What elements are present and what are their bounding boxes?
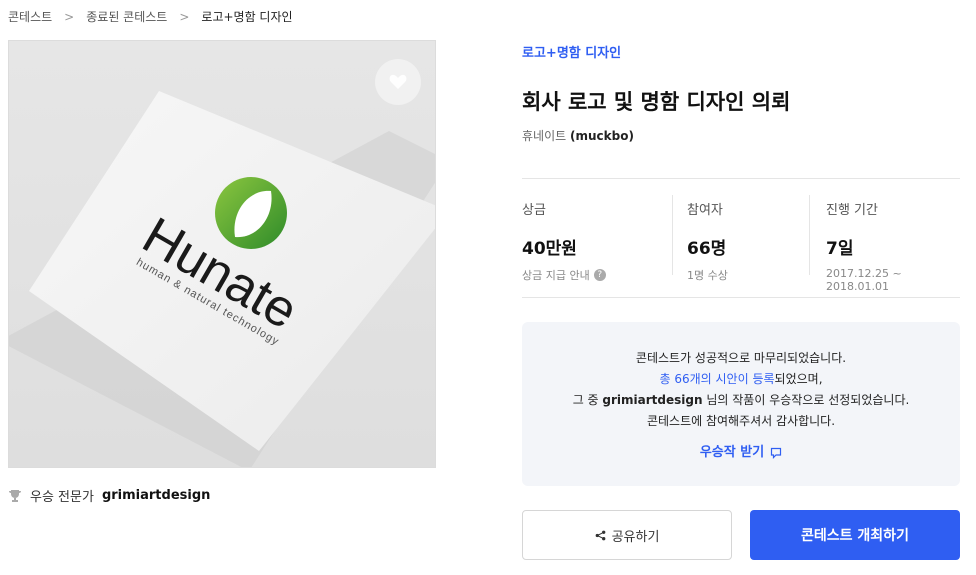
submissions-link[interactable]: 총 66개의 시안이 등록 <box>659 372 774 386</box>
chevron-right-icon: > <box>64 9 75 24</box>
winner-name[interactable]: grimiartdesign <box>102 488 210 503</box>
like-button[interactable] <box>375 59 421 105</box>
contest-stats: 상금 40만원 상금 지급 안내 ? 참여자 66명 1명 수상 진행 기간 7… <box>522 178 960 298</box>
contest-result-notice: 콘테스트가 성공적으로 마무리되었습니다. 총 66개의 시안이 등록되었으며,… <box>522 322 960 486</box>
stat-prize-label: 상금 <box>522 203 546 218</box>
host-name: 휴네이트 <box>522 129 567 143</box>
notice-line-4: 콘테스트에 참여해주셔서 감사합니다. <box>646 414 836 428</box>
contest-category[interactable]: 로고+명함 디자인 <box>522 42 621 61</box>
business-card-mockup: Hunate human & natural technology <box>9 91 435 467</box>
notice-line-1: 콘테스트가 성공적으로 마무리되었습니다. <box>635 351 847 365</box>
prize-info-link[interactable]: 상금 지급 안내 ? <box>522 267 672 283</box>
contest-title: 회사 로고 및 명함 디자인 의뢰 <box>522 90 791 114</box>
notice-line-2-rest: 되었으며, <box>774 372 823 386</box>
notice-winner-name: grimiartdesign <box>602 393 703 407</box>
breadcrumb-item-contest[interactable]: 콘테스트 <box>8 8 52 25</box>
get-winner-label: 우승작 받기 <box>699 445 765 460</box>
stat-period-label: 진행 기간 <box>826 203 878 218</box>
contest-host: 휴네이트 (muckbo) <box>522 127 634 144</box>
share-button[interactable]: 공유하기 <box>522 510 732 560</box>
share-label: 공유하기 <box>611 529 660 545</box>
breadcrumb: 콘테스트 > 종료된 콘테스트 > 로고+명함 디자인 <box>8 8 293 25</box>
trophy-icon <box>9 489 21 502</box>
notice-line-3-rest: 님의 작품이 우승작으로 선정되었습니다. <box>706 393 910 407</box>
notice-line-3-prefix: 그 중 <box>572 393 599 407</box>
host-contest-button[interactable]: 콘테스트 개최하기 <box>750 510 960 560</box>
prize-info-label: 상금 지급 안내 <box>522 269 590 282</box>
winner-info: 우승 전문가 grimiartdesign <box>8 486 210 505</box>
host-id: (muckbo) <box>570 129 634 143</box>
notice-line-2: 총 66개의 시안이 등록되었으며, <box>522 369 960 390</box>
winning-artwork-image[interactable]: Hunate human & natural technology <box>8 40 436 468</box>
breadcrumb-item-ended[interactable]: 종료된 콘테스트 <box>86 8 167 25</box>
stat-participants: 참여자 66명 1명 수상 <box>673 179 809 297</box>
stat-period: 진행 기간 7일 2017.12.25 ~ 2018.01.01 <box>810 179 960 297</box>
question-icon: ? <box>593 269 606 281</box>
breadcrumb-item-current[interactable]: 로고+명함 디자인 <box>201 8 292 25</box>
chevron-right-icon: > <box>179 9 190 24</box>
chat-bubble-icon <box>771 447 782 459</box>
share-icon <box>595 530 605 540</box>
stat-participants-sub: 1명 수상 <box>687 269 728 282</box>
get-winner-button[interactable]: 우승작 받기 <box>700 442 782 463</box>
notice-line-3: 그 중 grimiartdesign 님의 작품이 우승작으로 선정되었습니다. <box>522 390 960 411</box>
stat-prize: 상금 40만원 상금 지급 안내 ? <box>522 179 672 297</box>
stat-prize-value: 40만원 <box>522 239 577 259</box>
stat-participants-label: 참여자 <box>687 203 723 218</box>
stat-participants-value: 66명 <box>687 239 727 259</box>
winner-prefix: 우승 전문가 <box>30 490 94 505</box>
stat-period-sub: 2017.12.25 ~ 2018.01.01 <box>826 267 902 293</box>
stat-period-value: 7일 <box>826 239 854 259</box>
heart-icon <box>389 74 407 89</box>
